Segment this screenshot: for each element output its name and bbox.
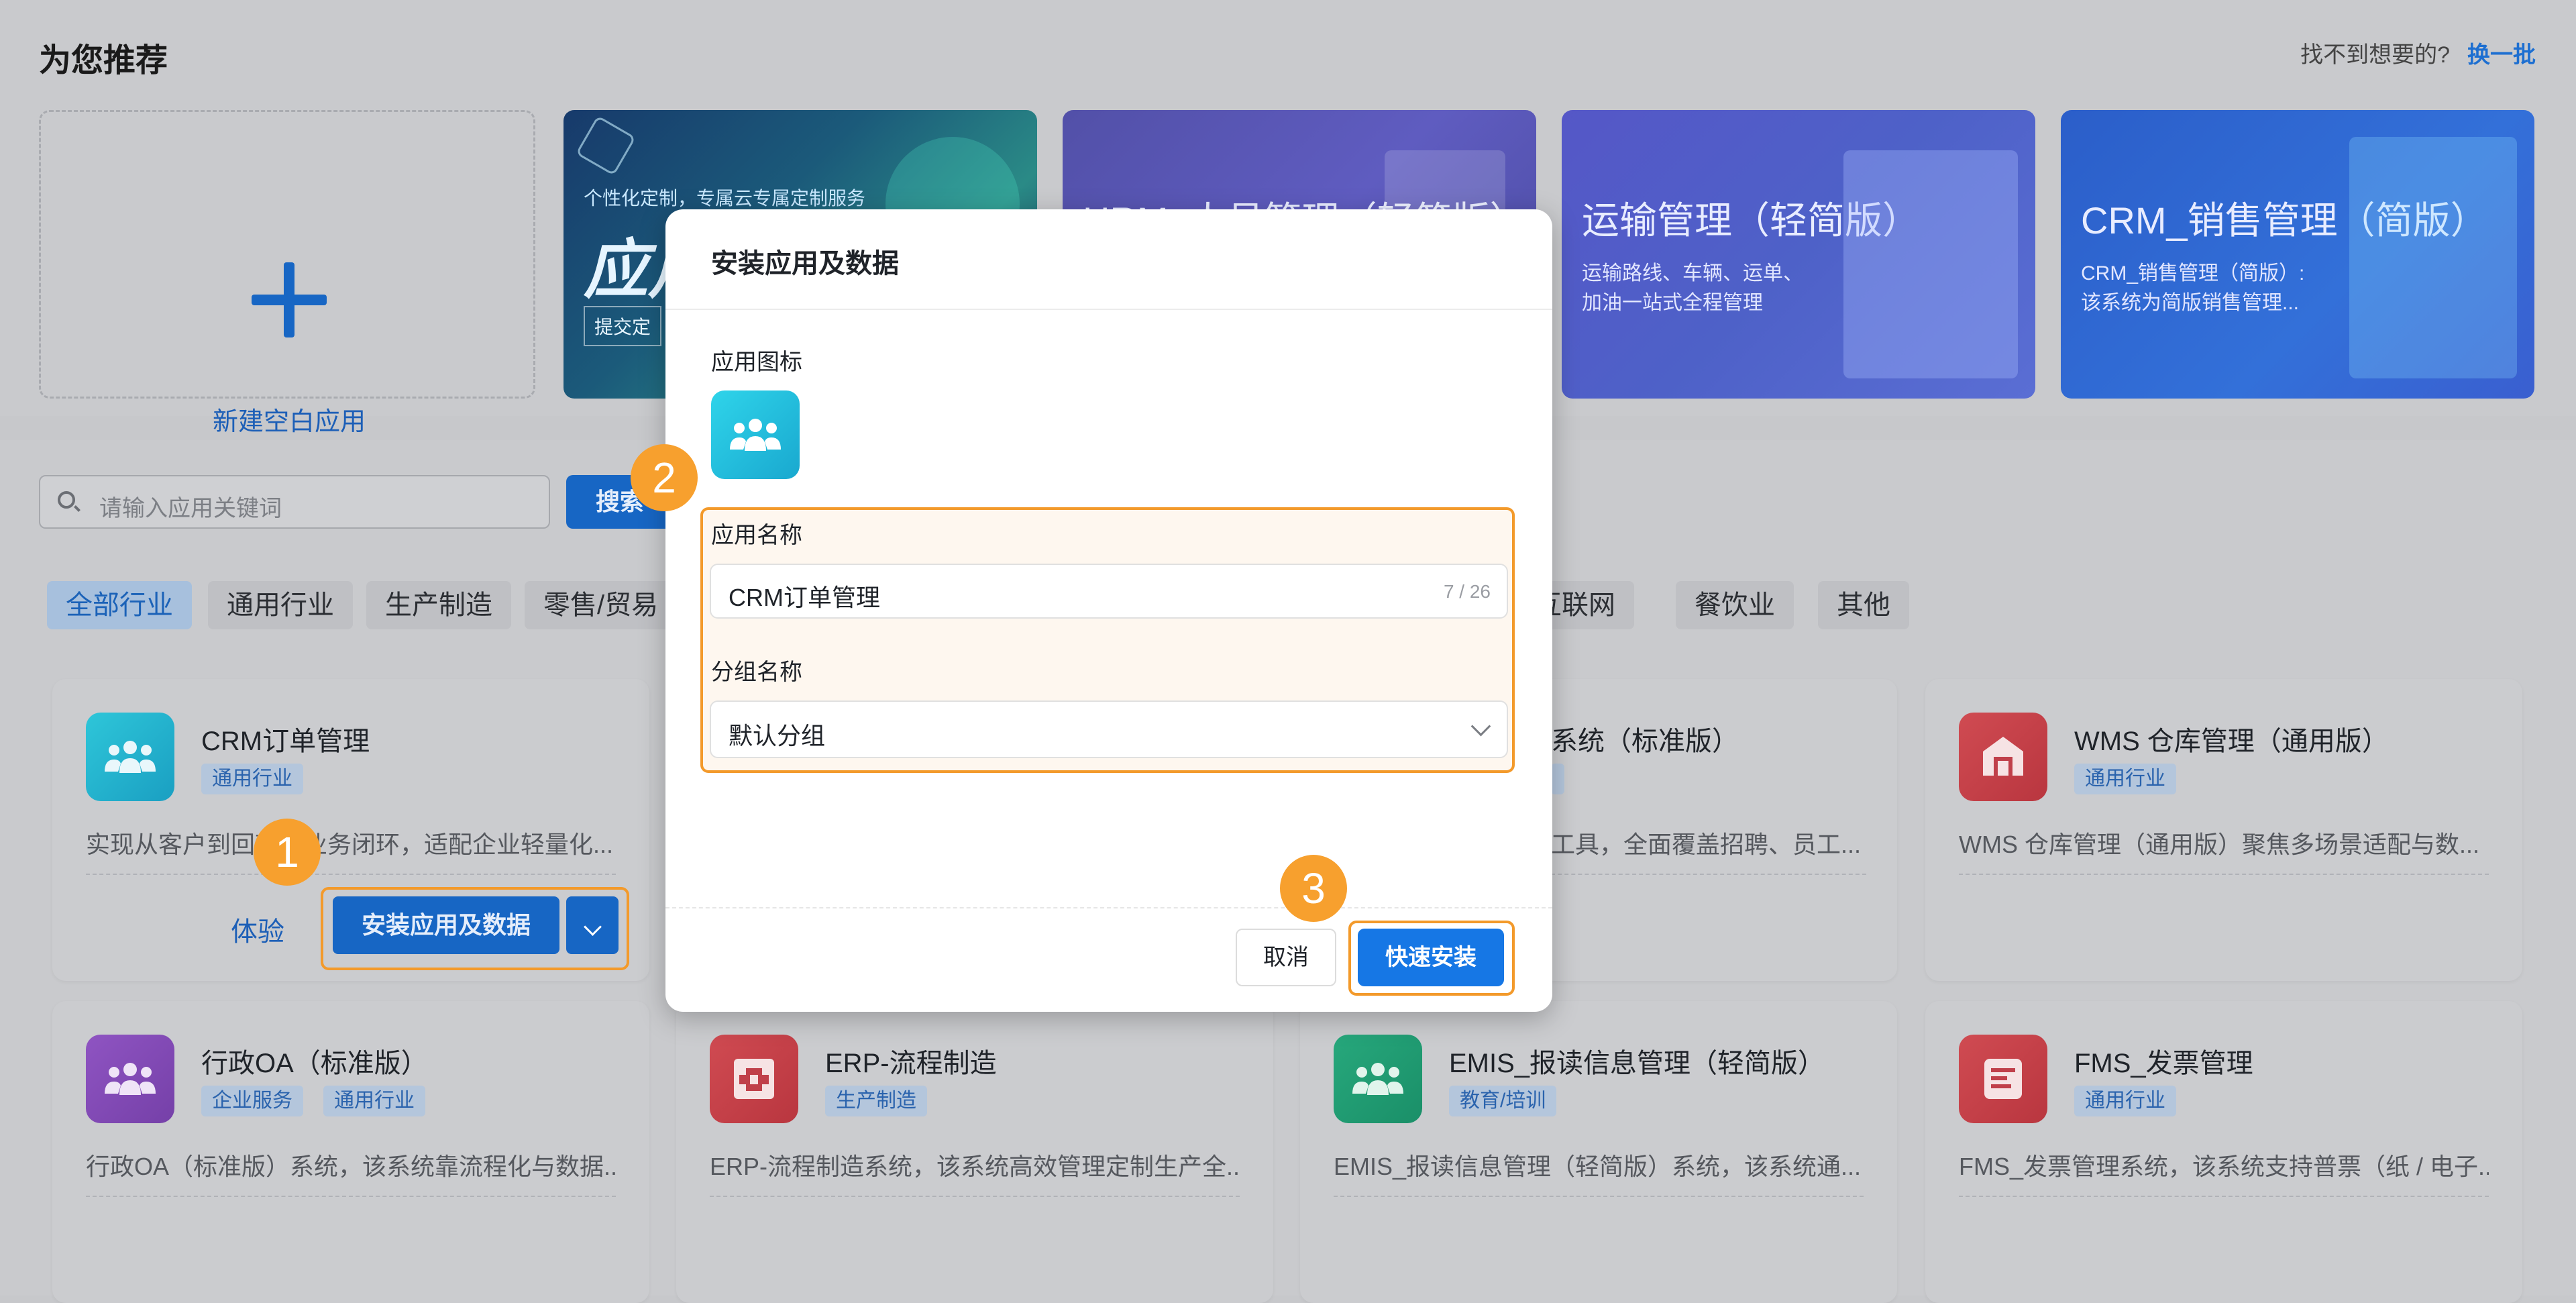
app-title: FMS_发票管理 xyxy=(2074,1049,2253,1078)
new-blank-app-label: 新建空白应用 xyxy=(212,408,366,436)
category-other[interactable]: 其他 xyxy=(1818,581,1909,629)
app-title: 系统（标准版） xyxy=(1551,727,1739,756)
refresh-link[interactable]: 换一批 xyxy=(2467,42,2536,68)
install-modal: 安装应用及数据 应用图标 应用名称 CRM订单管理 7 / 26 分组名称 默认… xyxy=(665,209,1552,1012)
industry-tag: 企业服务 xyxy=(201,1086,303,1116)
not-found-text: 找不到想要的? xyxy=(2300,42,2450,68)
recommend-title: 为您推荐 xyxy=(39,43,168,79)
refresh-row: 找不到想要的? 换一批 xyxy=(2300,36,2536,69)
divider xyxy=(1551,874,1866,875)
divider xyxy=(86,874,616,875)
factory-icon xyxy=(734,1059,774,1099)
app-icon-picker[interactable] xyxy=(711,390,800,479)
banner-sub-2: 该系统为简版销售管理... xyxy=(2081,292,2300,314)
app-icon xyxy=(86,1035,174,1123)
install-dropdown-button[interactable] xyxy=(566,896,619,954)
banner-cta: 提交定 xyxy=(584,306,662,346)
banner-transport[interactable]: 运输管理（轻简版） 运输路线、车辆、运单、 加油一站式全程管理 xyxy=(1562,110,2035,399)
chevron-down-icon xyxy=(583,918,602,936)
step-badge-2: 2 xyxy=(631,444,698,511)
app-description: 工具，全面覆盖招聘、员工... xyxy=(1551,831,1862,858)
new-blank-app-card[interactable]: 新建空白应用 xyxy=(39,110,535,436)
banner-sub-1: 运输路线、车辆、运单、 xyxy=(1582,262,1803,284)
decor-shape xyxy=(575,115,637,176)
app-title: WMS 仓库管理（通用版） xyxy=(2074,727,2389,756)
app-description: WMS 仓库管理（通用版）聚焦多场景适配与数... xyxy=(1959,831,2479,858)
banner-small-text: 个性化定制，专属云专属定制服务 xyxy=(584,188,866,209)
category-retail[interactable]: 零售/贸易 xyxy=(525,581,683,629)
group-name-label: 分组名称 xyxy=(711,660,802,685)
app-icon xyxy=(1334,1035,1422,1123)
divider xyxy=(1959,874,2489,875)
chevron-down-icon xyxy=(1470,716,1491,737)
people-icon xyxy=(105,741,156,773)
app-card-fms[interactable]: FMS_发票管理 通用行业 FMS_发票管理系统，该系统支持普票（纸 / 电子.… xyxy=(1925,1001,2522,1303)
search-icon xyxy=(58,491,75,509)
app-card-wms[interactable]: WMS 仓库管理（通用版） 通用行业 WMS 仓库管理（通用版）聚焦多场景适配与… xyxy=(1925,679,2522,981)
app-title: 行政OA（标准版） xyxy=(201,1049,428,1078)
app-description: ERP-流程制造系统，该系统高效管理定制生产全... xyxy=(710,1153,1240,1180)
modal-title: 安装应用及数据 xyxy=(711,249,899,278)
category-manufacturing[interactable]: 生产制造 xyxy=(366,581,511,629)
char-counter: 7 / 26 xyxy=(1443,581,1491,602)
app-title: ERP-流程制造 xyxy=(825,1049,997,1078)
app-title: EMIS_报读信息管理（轻简版） xyxy=(1449,1049,1825,1078)
industry-tag: 通用行业 xyxy=(201,764,303,794)
app-description: 实现从客户到回款全业务闭环，适配企业轻量化... xyxy=(86,831,614,858)
banner-sub-2: 加油一站式全程管理 xyxy=(1582,292,1763,314)
industry-tag: 通用行业 xyxy=(2074,764,2176,794)
people-icon xyxy=(1352,1063,1403,1095)
search-input[interactable]: 请输入应用关键词 xyxy=(39,475,550,529)
try-button[interactable]: 体验 xyxy=(231,910,284,949)
divider xyxy=(1334,1196,1864,1197)
warehouse-icon xyxy=(1983,737,2023,776)
step-badge-3: 3 xyxy=(1280,855,1347,922)
category-general[interactable]: 通用行业 xyxy=(208,581,353,629)
group-value: 默认分组 xyxy=(729,722,826,749)
app-icon xyxy=(710,1035,798,1123)
people-icon xyxy=(105,1063,156,1095)
divider xyxy=(1959,1196,2489,1197)
banner-sub-1: CRM_销售管理（简版）: xyxy=(2081,262,2305,284)
industry-tag: 通用行业 xyxy=(323,1086,425,1116)
app-card-oa[interactable]: 行政OA（标准版） 企业服务 通用行业 行政OA（标准版）系统，该系统靠流程化与… xyxy=(52,1001,649,1303)
app-icon xyxy=(1959,713,2047,801)
industry-tag: 通用行业 xyxy=(2074,1086,2176,1116)
app-name-label: 应用名称 xyxy=(711,523,802,548)
industry-tag: 生产制造 xyxy=(825,1086,927,1116)
modal-header-divider xyxy=(665,309,1552,310)
people-icon xyxy=(730,419,781,451)
app-name-value: CRM订单管理 xyxy=(729,584,880,611)
step-badge-1: 1 xyxy=(254,819,321,886)
modal-footer-divider xyxy=(665,907,1552,908)
app-name-input[interactable]: CRM订单管理 7 / 26 xyxy=(710,564,1508,619)
banner-crm-sales[interactable]: CRM_销售管理（简版） CRM_销售管理（简版）: 该系统为简版销售管理... xyxy=(2061,110,2534,399)
app-card-crm-order[interactable]: CRM订单管理 通用行业 实现从客户到回款全业务闭环，适配企业轻量化... 体验… xyxy=(52,679,649,981)
app-description: 行政OA（标准版）系统，该系统靠流程化与数据... xyxy=(86,1153,616,1180)
app-icon-label: 应用图标 xyxy=(711,350,802,375)
app-icon xyxy=(1959,1035,2047,1123)
app-title: CRM订单管理 xyxy=(201,727,370,756)
industry-tag xyxy=(1551,764,1564,794)
industry-tag: 教育/培训 xyxy=(1449,1086,1557,1116)
search-placeholder: 请输入应用关键词 xyxy=(99,496,282,521)
app-card-erp[interactable]: ERP-流程制造 生产制造 ERP-流程制造系统，该系统高效管理定制生产全... xyxy=(676,1001,1273,1303)
category-all[interactable]: 全部行业 xyxy=(47,581,192,629)
quick-install-button[interactable]: 快速安装 xyxy=(1358,929,1504,986)
category-catering[interactable]: 餐饮业 xyxy=(1676,581,1794,629)
divider xyxy=(710,1196,1240,1197)
app-icon xyxy=(86,713,174,801)
group-select[interactable]: 默认分组 xyxy=(710,700,1508,758)
building-illustration xyxy=(1843,150,2018,378)
cancel-button[interactable]: 取消 xyxy=(1236,929,1336,986)
divider xyxy=(86,1196,616,1197)
app-description: FMS_发票管理系统，该系统支持普票（纸 / 电子... xyxy=(1959,1153,2489,1180)
invoice-icon xyxy=(1984,1059,2022,1099)
app-card-emis[interactable]: EMIS_报读信息管理（轻简版） 教育/培训 EMIS_报读信息管理（轻简版）系… xyxy=(1300,1001,1897,1303)
install-app-button[interactable]: 安装应用及数据 xyxy=(333,896,559,954)
server-illustration xyxy=(2349,137,2517,378)
app-description: EMIS_报读信息管理（轻简版）系统，该系统通... xyxy=(1334,1153,1862,1180)
